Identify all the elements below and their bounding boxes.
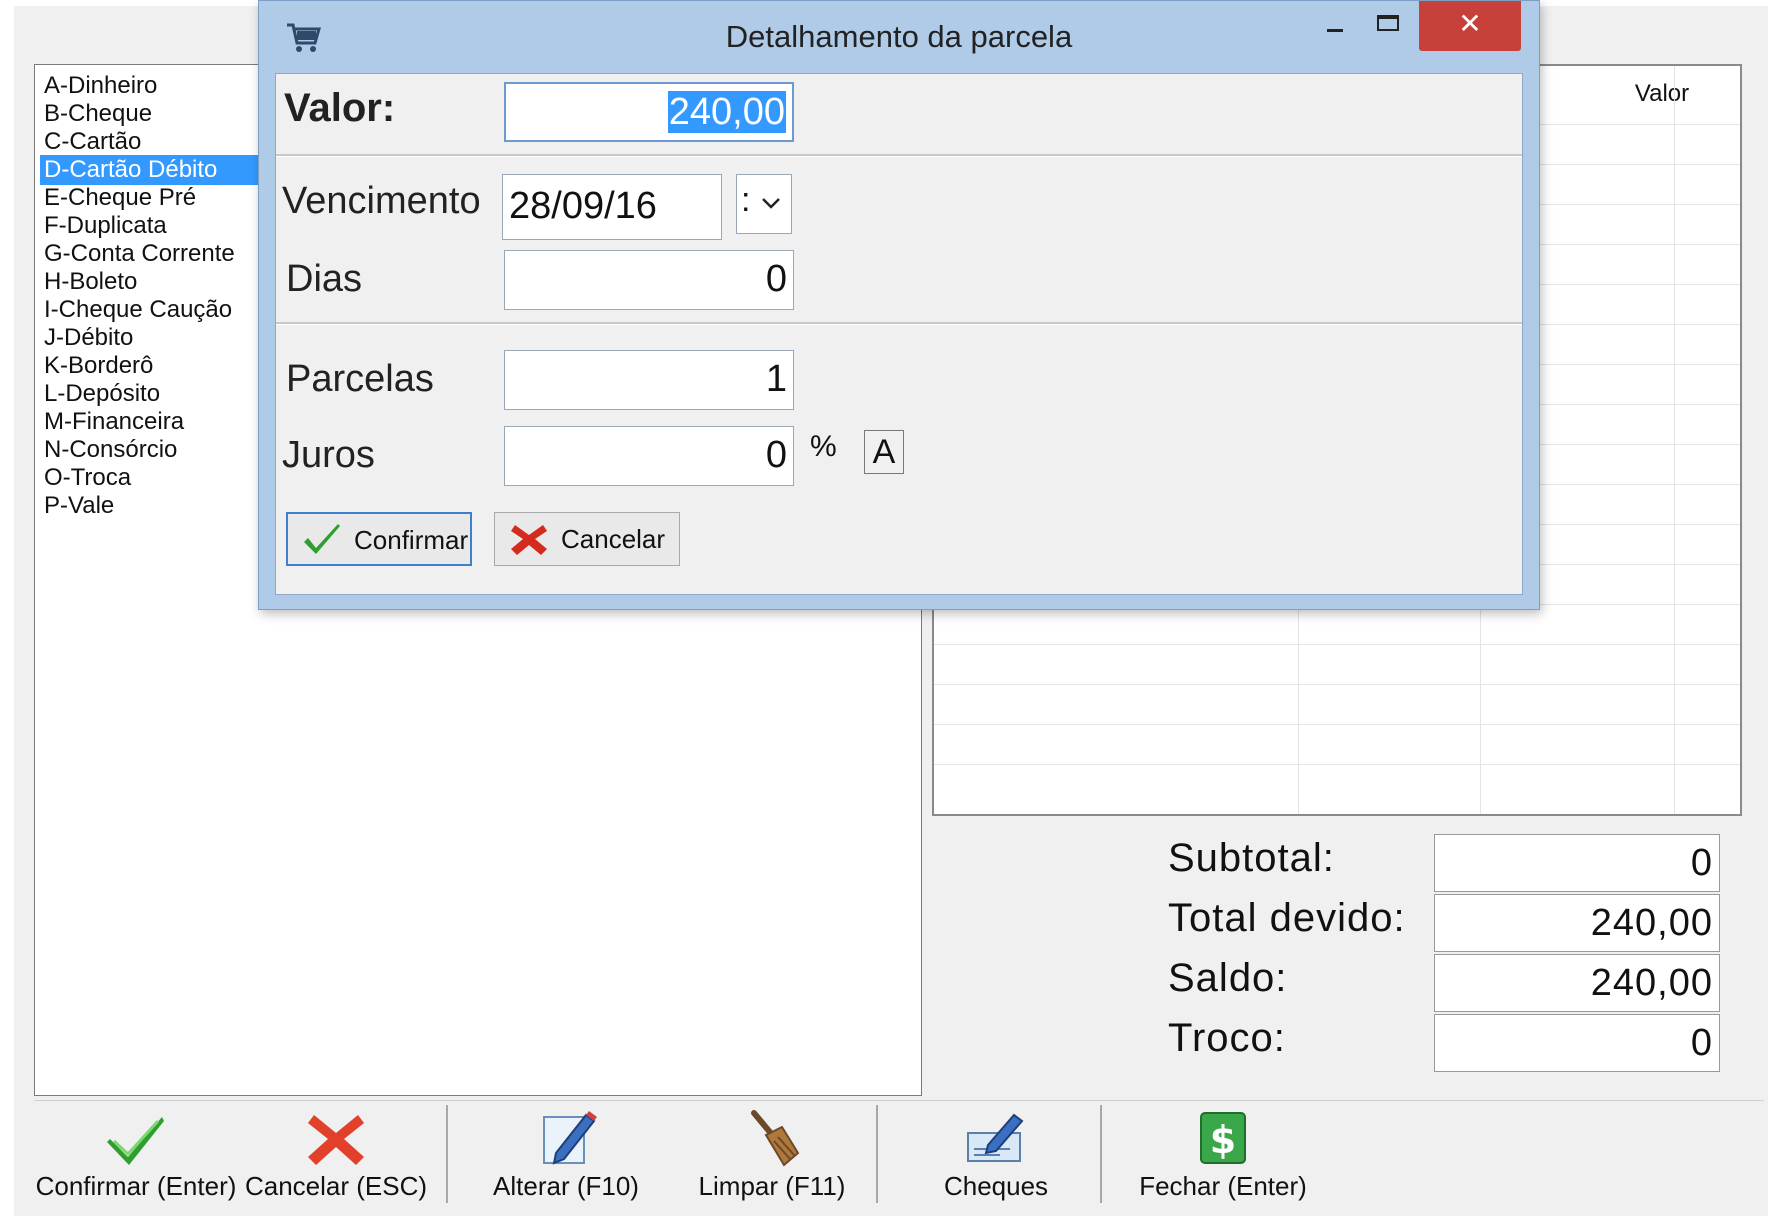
payment-method-item[interactable]: E-Cheque Pré	[40, 183, 264, 213]
grid-row-line	[934, 764, 1740, 765]
payment-method-item[interactable]: N-Consórcio	[40, 435, 264, 465]
cancel-x-icon	[511, 525, 547, 555]
dialog-confirm-button[interactable]: Confirmar	[286, 512, 472, 566]
close-enter-label: Fechar (Enter)	[1139, 1171, 1307, 1201]
cancel-x-icon	[308, 1115, 364, 1165]
alter-f10-label: Alterar (F10)	[493, 1171, 639, 1201]
payment-method-item[interactable]: G-Conta Corrente	[40, 239, 264, 269]
payment-method-item-selected[interactable]: D-Cartão Débito	[40, 155, 264, 185]
dialog-cancel-button[interactable]: Cancelar	[494, 512, 680, 566]
grid-row-line	[934, 644, 1740, 645]
alter-f10-button[interactable]: Alterar (F10)	[474, 1101, 658, 1213]
dialog-body: Valor: 240,00 Vencimento 28/09/16 : Dias…	[275, 73, 1523, 595]
saldo-label: Saldo:	[1168, 956, 1288, 1000]
grid-header-valor[interactable]: Valor	[1602, 80, 1722, 108]
subtotal-label: Subtotal:	[1168, 836, 1335, 880]
maximize-icon	[1377, 15, 1399, 31]
valor-value: 240,00	[667, 91, 786, 133]
section-separator	[276, 154, 1522, 157]
payment-method-item[interactable]: K-Borderô	[40, 351, 264, 381]
minimize-icon	[1327, 29, 1343, 32]
broom-icon	[751, 1110, 800, 1167]
close-enter-button[interactable]: $ Fechar (Enter)	[1128, 1101, 1318, 1213]
payment-method-item[interactable]: O-Troca	[40, 463, 264, 493]
cheques-label: Cheques	[943, 1171, 1049, 1201]
grid-row-line	[934, 724, 1740, 725]
edit-pencil-icon	[543, 1111, 597, 1165]
installment-detail-dialog: Detalhamento da parcela ✕ Valor: 240,00 …	[258, 0, 1540, 610]
total-devido-field: 240,00	[1434, 894, 1720, 952]
troco-label: Troco:	[1168, 1016, 1286, 1060]
cheques-button[interactable]: Cheques	[904, 1101, 1088, 1213]
svg-text:$: $	[1210, 1118, 1236, 1162]
vencimento-field[interactable]: 28/09/16	[502, 174, 722, 240]
maximize-button[interactable]	[1363, 1, 1413, 51]
payment-method-item[interactable]: A-Dinheiro	[40, 71, 264, 101]
close-icon: ✕	[1458, 7, 1482, 40]
juros-field[interactable]: 0	[504, 426, 794, 486]
percent-symbol: %	[810, 430, 837, 463]
dollar-icon: $	[1200, 1112, 1246, 1164]
date-dropdown-value: :	[741, 181, 751, 219]
payment-method-item[interactable]: H-Boleto	[40, 267, 264, 297]
total-devido-label: Total devido:	[1168, 896, 1406, 940]
grid-column-divider	[1674, 66, 1675, 814]
payment-method-item[interactable]: J-Débito	[40, 323, 264, 353]
confirm-enter-button[interactable]: Confirmar (Enter)	[34, 1101, 238, 1213]
juros-mode-a-button[interactable]: A	[864, 430, 904, 474]
chevron-down-icon	[762, 198, 780, 209]
juros-label: Juros	[282, 434, 375, 476]
payment-method-item[interactable]: L-Depósito	[40, 379, 264, 409]
minimize-button[interactable]	[1309, 1, 1359, 51]
payment-method-item[interactable]: P-Vale	[40, 491, 264, 521]
parcelas-label: Parcelas	[286, 358, 434, 400]
payment-method-item[interactable]: B-Cheque	[40, 99, 264, 129]
cheque-pen-icon	[967, 1113, 1024, 1162]
payment-method-item[interactable]: C-Cartão	[40, 127, 264, 157]
toolbar-separator	[1100, 1105, 1102, 1203]
vencimento-label: Vencimento	[282, 180, 481, 222]
close-button[interactable]: ✕	[1419, 1, 1521, 51]
toolbar-separator	[446, 1105, 448, 1203]
cancel-esc-label: Cancelar (ESC)	[244, 1171, 428, 1201]
troco-field: 0	[1434, 1014, 1720, 1072]
dialog-confirm-label: Confirmar	[354, 525, 469, 555]
payment-method-item[interactable]: M-Financeira	[40, 407, 264, 437]
dias-field[interactable]: 0	[504, 250, 794, 310]
clear-f11-label: Limpar (F11)	[698, 1171, 846, 1201]
checkmark-icon	[304, 524, 340, 554]
bottom-toolbar: Confirmar (Enter) Cancelar (ESC) Alterar…	[34, 1100, 1764, 1213]
vencimento-date-dropdown[interactable]: :	[736, 174, 792, 234]
clear-f11-button[interactable]: Limpar (F11)	[680, 1101, 864, 1213]
cancel-esc-button[interactable]: Cancelar (ESC)	[244, 1101, 428, 1213]
parcelas-field[interactable]: 1	[504, 350, 794, 410]
checkmark-icon	[107, 1117, 164, 1165]
valor-field[interactable]: 240,00	[504, 82, 794, 142]
confirm-enter-label: Confirmar (Enter)	[35, 1171, 237, 1201]
payment-method-item[interactable]: I-Cheque Caução	[40, 295, 264, 325]
toolbar-separator	[876, 1105, 878, 1203]
dialog-cancel-label: Cancelar	[561, 524, 666, 554]
section-separator	[276, 322, 1522, 325]
grid-row-line	[934, 684, 1740, 685]
payment-method-item[interactable]: F-Duplicata	[40, 211, 264, 241]
subtotal-field: 0	[1434, 834, 1720, 892]
valor-label: Valor:	[284, 86, 396, 130]
saldo-field: 240,00	[1434, 954, 1720, 1012]
dias-label: Dias	[286, 258, 363, 300]
